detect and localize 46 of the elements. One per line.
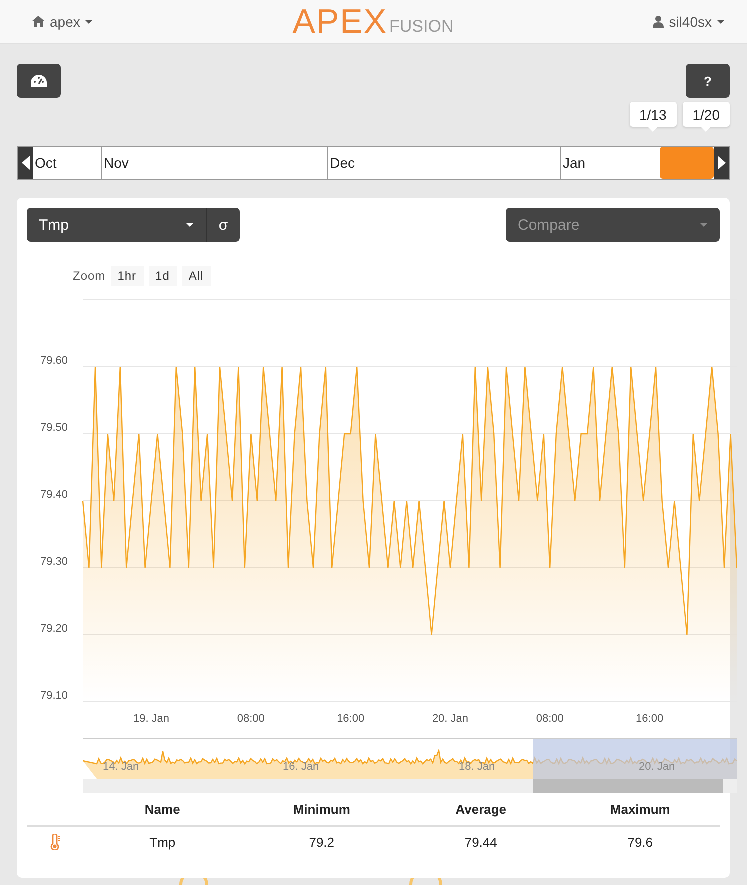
table-cell-text: 79.2 <box>308 834 336 852</box>
user-menu[interactable]: sil40sx <box>653 14 725 30</box>
logo: APEX FUSION <box>292 4 454 38</box>
help-button[interactable]: ? <box>686 64 730 98</box>
column-header: Name <box>83 793 242 827</box>
zoom-button[interactable]: All <box>182 266 211 286</box>
range-end-tooltip: 1/20 <box>682 102 730 127</box>
axis-label: 08:00 <box>536 713 564 724</box>
axis-label: 14. Jan <box>103 761 140 773</box>
probe-select[interactable]: Tmp <box>27 208 206 242</box>
dashboard-button[interactable] <box>17 64 61 98</box>
axis-label: 16:00 <box>337 713 365 724</box>
axis-label: 19. Jan <box>133 713 170 724</box>
axis-label: 79.20 <box>40 623 68 635</box>
axis-label: 79.40 <box>40 489 68 501</box>
column-header: Minimum <box>242 793 402 827</box>
axis-label: 79.30 <box>40 556 68 568</box>
zoom-button[interactable]: 1d <box>148 266 177 286</box>
axis-label: 08:00 <box>237 713 265 724</box>
ring-icon <box>409 878 443 885</box>
sigma-button[interactable]: σ <box>206 208 240 242</box>
thermometer-icon <box>50 834 60 850</box>
range-start-tooltip: 1/13 <box>630 102 677 127</box>
home-menu[interactable]: apex <box>32 14 94 30</box>
tooltip-pointer <box>648 127 658 132</box>
home-icon <box>32 16 45 27</box>
scrollbar[interactable] <box>83 779 737 793</box>
column-header: Average <box>402 793 561 827</box>
zoom-button[interactable]: 1hr <box>110 266 144 286</box>
zoom-label: Zoom <box>73 269 106 283</box>
tooltip-pointer <box>701 127 712 132</box>
axis-label: 20. Jan <box>432 713 469 724</box>
axis-label: 16. Jan <box>283 761 320 773</box>
ring-icon <box>179 878 209 885</box>
table-cell-text: 79.6 <box>626 834 654 852</box>
axis-label: 20. Jan <box>639 761 676 773</box>
axis-label: 16:00 <box>636 713 664 724</box>
column-header: Maximum <box>560 793 720 827</box>
axis-label: 18. Jan <box>459 761 496 773</box>
table-cell-text: 79.44 <box>464 834 498 852</box>
axis-label: 79.10 <box>40 690 68 702</box>
user-icon <box>653 16 664 28</box>
gauge-icon <box>31 75 47 87</box>
table-cell-text: Tmp <box>148 834 177 852</box>
axis-label: 79.50 <box>40 422 68 434</box>
axis-label: 79.60 <box>40 355 68 367</box>
